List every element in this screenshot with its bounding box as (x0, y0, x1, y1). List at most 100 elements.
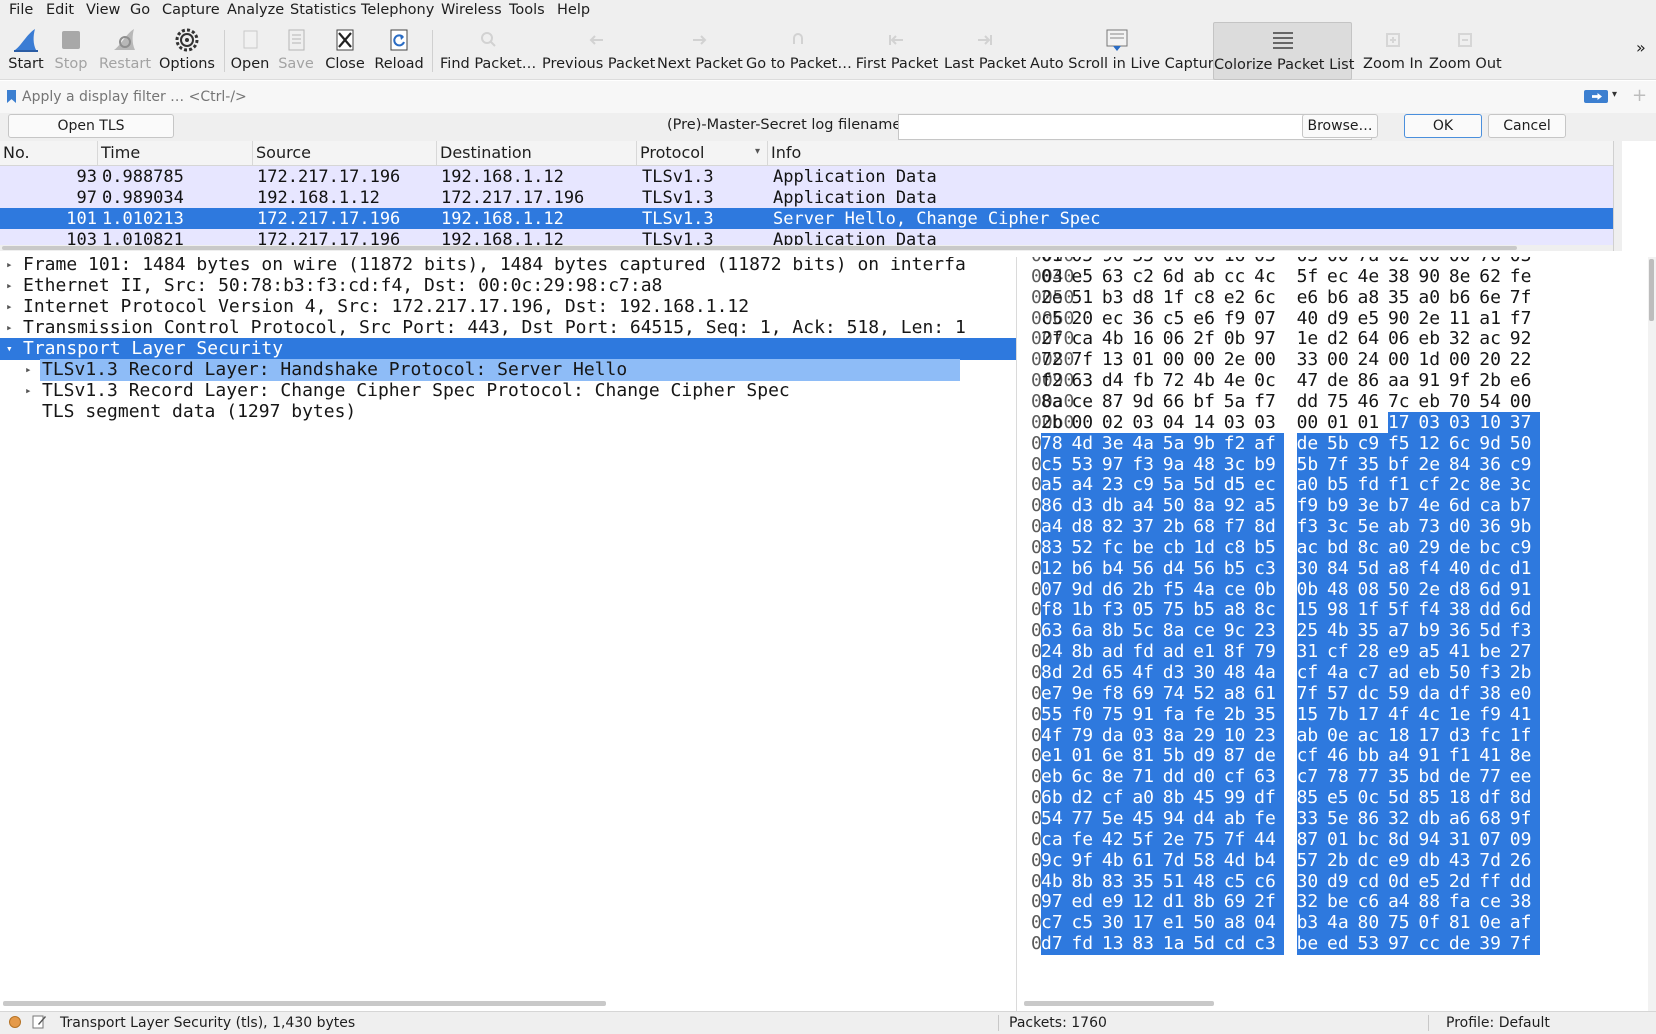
hex-byte[interactable]: 9c (1223, 620, 1255, 643)
hex-byte[interactable]: 8b (1071, 870, 1103, 893)
hex-byte[interactable]: dc (1479, 557, 1511, 580)
hex-byte[interactable]: 8e (1101, 766, 1133, 789)
hex-byte[interactable]: d6 (1101, 578, 1133, 601)
hex-byte[interactable]: 00 (1071, 412, 1102, 434)
hex-byte[interactable]: b7 (1387, 495, 1419, 518)
hex-byte[interactable]: dd (1297, 391, 1328, 413)
hex-byte[interactable]: 9c (1041, 849, 1072, 872)
hex-byte[interactable]: 4a (1327, 912, 1359, 935)
hex-byte[interactable]: a6 (1448, 807, 1480, 830)
hex-byte[interactable]: d9 (1193, 745, 1225, 768)
hex-byte[interactable]: 7b (1327, 703, 1359, 726)
hex-byte[interactable]: f5 (1162, 578, 1194, 601)
hex-byte[interactable]: f1 (1387, 474, 1419, 497)
hex-byte[interactable]: 8b (1071, 641, 1103, 664)
hex-byte[interactable]: f3 (1132, 453, 1164, 476)
apply-filter-arrow-icon[interactable] (1584, 90, 1608, 103)
hex-byte[interactable]: ce (1223, 578, 1255, 601)
hex-byte[interactable]: 2f (1041, 328, 1072, 350)
hex-byte[interactable]: 45 (1193, 787, 1225, 810)
hex-byte[interactable]: c5 (1163, 308, 1194, 330)
hex-byte[interactable]: 68 (1479, 807, 1511, 830)
packet-row[interactable]: 101 1.010213 172.217.17.196 192.168.1.12 TLS… (0, 208, 1613, 230)
hex-byte[interactable]: d9 (1327, 308, 1358, 330)
hex-byte[interactable]: a0 (1132, 787, 1164, 810)
hex-byte[interactable]: 05 (1132, 599, 1164, 622)
hex-byte[interactable]: 23 (1254, 620, 1285, 643)
hex-byte[interactable]: a4 (1041, 516, 1072, 539)
hex-byte[interactable]: f9 (1479, 703, 1511, 726)
hex-byte[interactable]: 8e (1449, 266, 1480, 288)
hex-byte[interactable]: b9 (1327, 495, 1359, 518)
hex-byte[interactable]: 01 (1327, 828, 1359, 851)
hex-byte[interactable]: 0b (1296, 578, 1328, 601)
hex-byte[interactable]: 28 (1357, 641, 1389, 664)
hex-byte[interactable]: 57 (1296, 849, 1328, 872)
detail-tree-item[interactable]: ▸ TLSv1.3 Record Layer: Handshake Protoco… (0, 359, 1016, 381)
hex-byte[interactable]: ec (1254, 474, 1285, 497)
menu-file[interactable]: File (9, 1, 33, 19)
hex-byte[interactable]: ca (1041, 828, 1072, 851)
hex-byte[interactable]: de (1448, 933, 1480, 956)
hex-byte[interactable]: 36 (1479, 453, 1511, 476)
hex-byte[interactable]: 86 (1357, 807, 1389, 830)
hex-byte[interactable]: fc (1101, 536, 1133, 559)
bytes-vertical-scrollbar[interactable] (1648, 257, 1656, 1011)
hex-byte[interactable]: 71 (1132, 766, 1164, 789)
hex-byte[interactable]: eb (1418, 328, 1449, 350)
hex-byte[interactable]: c7 (1357, 662, 1389, 684)
hex-byte[interactable]: 4b (1041, 870, 1072, 893)
hex-byte[interactable]: de (1448, 766, 1480, 789)
hex-byte[interactable]: 35 (1357, 620, 1389, 643)
hex-byte[interactable]: 2e (1224, 349, 1255, 371)
hex-byte[interactable]: 57 (1327, 682, 1359, 705)
hex-byte[interactable]: 5c (1132, 620, 1164, 643)
hex-byte[interactable]: 2b (1162, 516, 1194, 539)
cancel-button[interactable]: Cancel (1488, 114, 1566, 138)
hex-byte[interactable]: 2e (1418, 453, 1450, 476)
hex-byte[interactable]: 17 (1418, 724, 1450, 747)
hex-byte[interactable]: 1f (1163, 287, 1194, 309)
hex-byte[interactable]: 5b (1296, 453, 1328, 476)
hex-byte[interactable]: 4c (1254, 266, 1284, 288)
detail-tree-item[interactable]: ▸ Internet Protocol Version 4, Src: 172.2… (0, 296, 1016, 318)
hex-byte[interactable]: 16 (1132, 328, 1163, 350)
hex-byte[interactable]: 0c (1357, 787, 1389, 810)
hex-byte[interactable]: db (1418, 849, 1450, 872)
details-horizontal-scrollbar[interactable] (0, 1000, 1016, 1007)
hex-byte[interactable]: f7 (1510, 308, 1540, 330)
hex-byte[interactable]: 50 (1509, 432, 1540, 455)
hex-byte[interactable]: 5a (1162, 474, 1194, 497)
hex-byte[interactable]: 01 (1071, 745, 1103, 768)
hex-byte[interactable]: d1 (1162, 891, 1194, 914)
open-file-button[interactable]: Open (230, 22, 270, 78)
hex-byte[interactable]: c8 (1223, 536, 1255, 559)
hex-byte[interactable]: ff (1479, 870, 1511, 893)
hex-byte[interactable]: 4b (1101, 849, 1133, 872)
hex-byte[interactable]: 5e (1327, 807, 1359, 830)
hex-byte[interactable]: be (1132, 536, 1164, 559)
hex-byte[interactable]: ad (1387, 662, 1419, 684)
detail-tree-item[interactable]: ▸ Transmission Control Protocol, Src Port… (0, 317, 1016, 339)
hex-byte[interactable]: a8 (1223, 682, 1255, 705)
hex-byte[interactable]: 4e (1224, 370, 1255, 392)
hex-byte[interactable]: 61 (1132, 849, 1164, 872)
hex-byte[interactable]: fe (1193, 703, 1225, 726)
hex-byte[interactable]: 61 (1254, 682, 1285, 705)
hex-byte[interactable]: 4f (1041, 724, 1072, 747)
hex-byte[interactable]: 3c (1223, 453, 1255, 476)
hex-byte[interactable]: cd (1357, 870, 1389, 893)
hex-byte[interactable]: d3 (1162, 662, 1194, 684)
hex-byte[interactable]: 00 (1297, 412, 1328, 434)
hex-byte[interactable]: 03 (1418, 411, 1450, 434)
hex-byte[interactable]: 1e (1297, 328, 1328, 350)
hex-byte[interactable]: b5 (1193, 599, 1225, 622)
hex-byte[interactable]: 41 (1479, 745, 1511, 768)
hex-byte[interactable]: f7 (1254, 391, 1284, 413)
hex-byte[interactable]: d1 (1509, 557, 1540, 580)
hex-byte[interactable]: 3e (1357, 495, 1389, 518)
hex-byte[interactable]: f4 (1418, 557, 1450, 580)
hex-byte[interactable]: 53 (1357, 933, 1389, 956)
hex-byte[interactable]: 84 (1327, 557, 1359, 580)
collapsed-arrow-icon[interactable]: ▸ (6, 257, 16, 276)
